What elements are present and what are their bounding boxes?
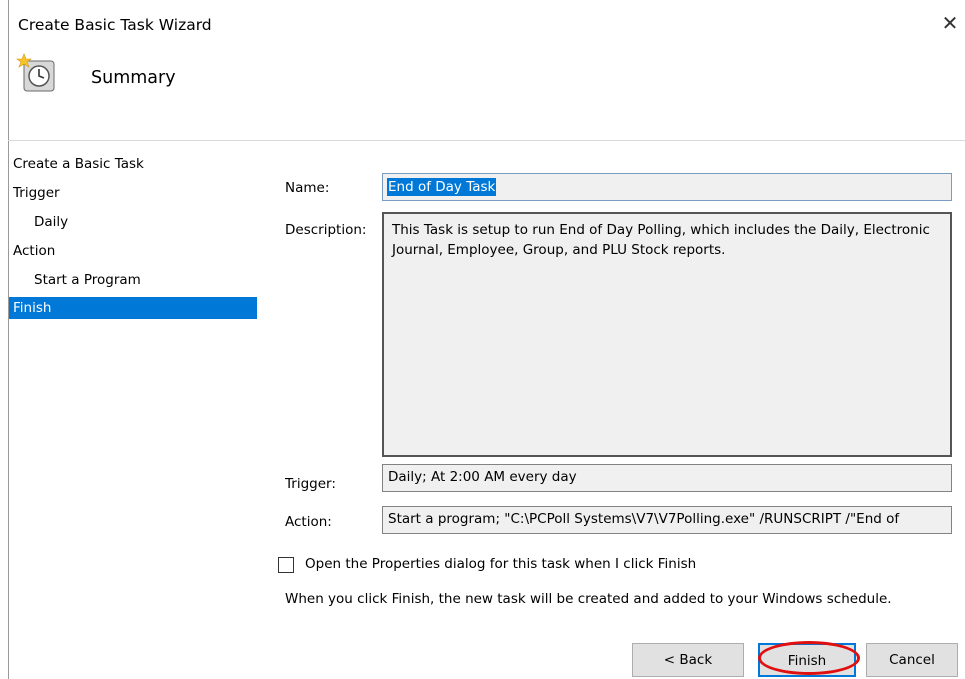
name-field[interactable]: End of Day Task xyxy=(382,173,952,201)
description-label: Description: xyxy=(285,222,367,238)
cancel-button[interactable]: Cancel xyxy=(866,643,958,677)
open-properties-label[interactable]: Open the Properties dialog for this task… xyxy=(305,556,696,572)
step-finish[interactable]: Finish xyxy=(9,297,257,319)
name-label: Name: xyxy=(285,180,330,196)
step-start-program[interactable]: Start a Program xyxy=(9,268,257,297)
name-value: End of Day Task xyxy=(387,178,497,196)
action-field[interactable]: Start a program; "C:\PCPoll Systems\V7\V… xyxy=(382,506,952,534)
step-trigger[interactable]: Trigger xyxy=(9,181,257,210)
close-icon[interactable]: ✕ xyxy=(938,10,962,36)
back-button[interactable]: < Back xyxy=(632,643,744,677)
trigger-label: Trigger: xyxy=(285,476,336,492)
trigger-field[interactable]: Daily; At 2:00 AM every day xyxy=(382,464,952,492)
task-clock-icon xyxy=(16,53,55,92)
step-daily[interactable]: Daily xyxy=(9,210,257,239)
wizard-steps: Create a Basic Task Trigger Daily Action… xyxy=(9,152,257,319)
header-divider xyxy=(8,140,965,141)
finish-info-text: When you click Finish, the new task will… xyxy=(285,591,892,607)
open-properties-checkbox[interactable] xyxy=(278,557,294,573)
description-field[interactable]: This Task is setup to run End of Day Pol… xyxy=(382,212,952,457)
step-create-basic-task[interactable]: Create a Basic Task xyxy=(9,152,257,181)
action-label: Action: xyxy=(285,514,332,530)
page-title: Summary xyxy=(91,68,176,88)
step-action[interactable]: Action xyxy=(9,239,257,268)
finish-button[interactable]: Finish xyxy=(758,643,856,677)
window-title: Create Basic Task Wizard xyxy=(18,16,212,34)
window-frame xyxy=(8,0,9,679)
